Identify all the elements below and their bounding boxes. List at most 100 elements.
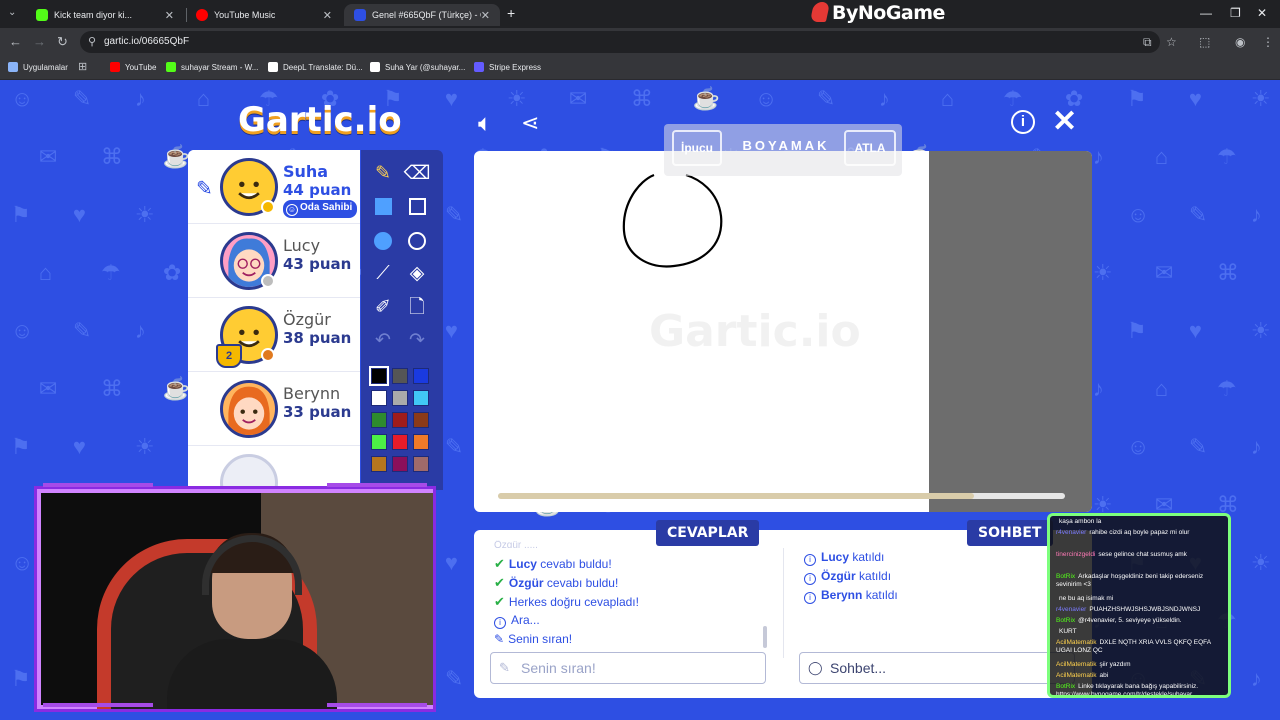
bookmark-youtube[interactable]: YouTube xyxy=(110,62,156,72)
check-icon: ✔ xyxy=(494,575,505,590)
profile-icon[interactable]: ◉ xyxy=(1235,35,1245,49)
filled-circle-tool-icon[interactable] xyxy=(369,227,397,255)
player-name: Berynn xyxy=(283,384,341,403)
apps-icon xyxy=(8,62,18,72)
sound-icon[interactable]: 🔈︎ xyxy=(478,110,492,138)
drawing-canvas[interactable]: Gartic.io xyxy=(474,151,1092,512)
skip-button[interactable]: ATLA xyxy=(844,130,896,166)
background-doodle: ♥ xyxy=(72,434,86,459)
bookmark-kick[interactable]: suhayar Stream - W... xyxy=(166,62,258,72)
tab-search-icon[interactable]: ⌄ xyxy=(8,6,16,20)
webcam-overlay xyxy=(34,483,436,712)
color-swatch[interactable] xyxy=(371,390,387,406)
color-swatch[interactable] xyxy=(369,366,389,386)
bookmark-star-icon[interactable]: ☆ xyxy=(1166,35,1177,49)
extensions-icon[interactable]: ⬚ xyxy=(1199,35,1210,49)
tab-youtube-music[interactable]: YouTube Music ✕ xyxy=(186,4,342,26)
background-doodle: ♥ xyxy=(1188,318,1202,343)
close-icon[interactable]: ✕ xyxy=(165,9,174,22)
color-swatch[interactable] xyxy=(371,456,387,472)
background-doodle: ☺ xyxy=(1126,202,1150,227)
answer-line: ✎ Senin sıran! xyxy=(494,632,573,646)
color-swatch[interactable] xyxy=(371,412,387,428)
minimize-icon[interactable]: — xyxy=(1200,6,1212,20)
clear-tool-icon[interactable]: 🗋︎ xyxy=(403,294,431,322)
background-doodle: ☺ xyxy=(754,86,778,111)
close-icon[interactable]: ✕ xyxy=(481,9,490,22)
color-swatch[interactable] xyxy=(392,368,408,384)
color-swatch[interactable] xyxy=(392,412,408,428)
player-row-lucy[interactable]: Lucy 43 puan xyxy=(188,224,360,298)
address-bar[interactable]: ⚲ gartic.io/06665QbF xyxy=(80,31,1160,53)
background-doodle: ♪ xyxy=(1250,434,1262,459)
new-tab-button[interactable]: + xyxy=(507,6,515,20)
site-info-icon[interactable]: ⚲ xyxy=(88,35,96,48)
status-dot xyxy=(261,274,275,288)
background-doodle: ⌂ xyxy=(196,86,211,111)
background-doodle: ☀ xyxy=(1250,550,1271,575)
info-icon[interactable]: i xyxy=(1011,110,1035,134)
hint-button[interactable]: İpucu xyxy=(672,130,722,166)
bookmark-deepl[interactable]: DeepL Translate: Dü... xyxy=(268,62,363,72)
player-row-berynn[interactable]: Berynn 33 puan xyxy=(188,372,360,446)
eyedropper-tool-icon[interactable]: ✐ xyxy=(369,294,397,322)
owner-icon: ☺ xyxy=(286,204,298,216)
grid-icon[interactable]: ⊞ xyxy=(78,60,87,73)
bookmark-tiktok[interactable]: Suha Yar (@suhayar... xyxy=(370,62,465,72)
share-icon[interactable]: ⋖ xyxy=(521,110,539,136)
player-row-ozgur[interactable]: 2 Özgür 38 puan xyxy=(188,298,360,372)
color-swatch[interactable] xyxy=(413,368,429,384)
info-icon: i xyxy=(804,592,816,604)
background-doodle: ✉ xyxy=(38,144,58,169)
color-swatch[interactable] xyxy=(413,390,429,406)
color-swatch[interactable] xyxy=(413,412,429,428)
player-score: 33 puan xyxy=(283,403,352,421)
filled-rectangle-tool-icon[interactable] xyxy=(369,193,397,221)
close-icon[interactable]: ✕ xyxy=(323,9,332,22)
answers-scrollbar[interactable] xyxy=(763,626,767,648)
eraser-tool-icon[interactable]: ⌫ xyxy=(403,160,431,188)
cast-icon[interactable]: ⧉ xyxy=(1143,35,1152,50)
rectangle-tool-icon[interactable] xyxy=(403,193,431,221)
color-swatch[interactable] xyxy=(392,434,408,450)
background-doodle: ⌂ xyxy=(38,260,53,285)
background-doodle: ☀ xyxy=(1092,260,1113,285)
chat-input[interactable]: ◯ Sohbet... xyxy=(799,652,1075,684)
stream-chat-message: ne bu aq isimak mi xyxy=(1059,595,1114,602)
player-row-suha[interactable]: ✎ Suha 44 puan ☺ Oda Sahibi xyxy=(188,150,360,224)
menu-icon[interactable]: ⋮ xyxy=(1262,35,1274,49)
color-swatch[interactable] xyxy=(392,456,408,472)
color-swatch[interactable] xyxy=(413,434,429,450)
background-doodle: ☂ xyxy=(1216,376,1237,401)
exit-icon[interactable]: ✕ xyxy=(1052,104,1077,139)
undo-tool-icon[interactable]: ↶ xyxy=(369,327,397,355)
back-icon[interactable]: ← xyxy=(9,35,22,49)
tab-gartic[interactable]: Genel #665QbF (Türkçe) - Gartic ✕ xyxy=(344,4,500,26)
color-swatch[interactable] xyxy=(413,456,429,472)
timer-fill xyxy=(498,493,975,499)
window-close-icon[interactable]: ✕ xyxy=(1257,6,1267,20)
answer-input[interactable]: ✎ Senin sıran! xyxy=(490,652,766,684)
answer-partial: Özgür ..... xyxy=(494,540,538,548)
fill-tool-icon[interactable]: ◈ xyxy=(403,260,431,288)
forward-icon[interactable]: → xyxy=(33,35,46,49)
background-doodle: ⚑ xyxy=(10,666,31,691)
background-doodle: ✿ xyxy=(162,260,182,285)
bookmark-apps[interactable]: Uygulamalar xyxy=(8,62,68,72)
background-doodle: ⌂ xyxy=(1154,144,1169,169)
bookmark-stripe[interactable]: Stripe Express xyxy=(474,62,541,72)
background-doodle: ⚑ xyxy=(1126,318,1147,343)
circle-tool-icon[interactable] xyxy=(403,227,431,255)
timer-bar xyxy=(498,493,1065,499)
tab-kick[interactable]: Kick team diyor ki... ✕ xyxy=(26,4,184,26)
stripe-icon xyxy=(474,62,484,72)
color-swatch[interactable] xyxy=(392,390,408,406)
reload-icon[interactable]: ↻ xyxy=(57,35,68,49)
color-swatch[interactable] xyxy=(371,434,387,450)
pencil-tool-icon[interactable]: ✎ xyxy=(369,160,397,188)
background-doodle: ⚑ xyxy=(10,434,31,459)
redo-tool-icon[interactable]: ↷ xyxy=(403,327,431,355)
tiktok-icon xyxy=(370,62,380,72)
line-tool-icon[interactable]: ⟋ xyxy=(369,260,397,288)
restore-icon[interactable]: ❐ xyxy=(1230,6,1241,20)
